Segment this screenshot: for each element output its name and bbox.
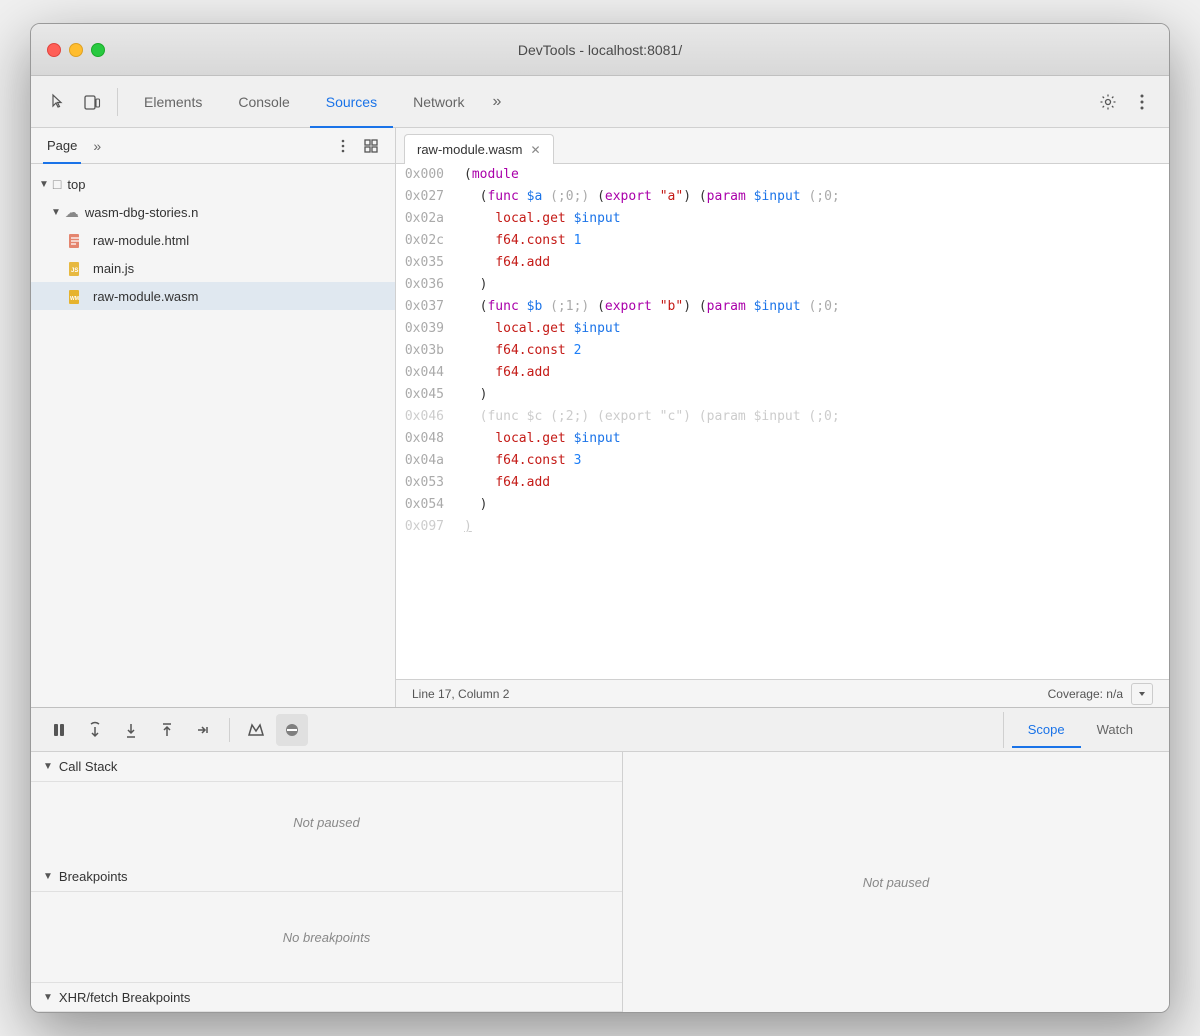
call-stack-content: Not paused	[31, 782, 622, 862]
html-file-icon	[67, 231, 83, 248]
code-line-6: 0x036 )	[396, 274, 1169, 296]
coverage-status: Coverage: n/a	[1048, 687, 1123, 701]
status-right: Coverage: n/a	[1048, 683, 1153, 705]
frame-icon: □	[53, 176, 61, 192]
deactivate-breakpoints-btn[interactable]	[276, 714, 308, 746]
code-line-16: 0x054 )	[396, 494, 1169, 516]
scope-tab[interactable]: Scope	[1012, 712, 1081, 748]
left-panel: Page »	[31, 128, 396, 707]
traffic-lights	[47, 43, 105, 57]
code-line-2: 0x027 (func $a (;0;) (export "a") (param…	[396, 186, 1169, 208]
more-options-btn[interactable]	[1127, 87, 1157, 117]
page-tab[interactable]: Page	[43, 128, 81, 164]
code-line-7: 0x037 (func $b (;1;) (export "b") (param…	[396, 296, 1169, 318]
step-into-btn[interactable]	[115, 714, 147, 746]
devtools-window: DevTools - localhost:8081/ Elements Cons…	[30, 23, 1170, 1013]
step-btn[interactable]	[187, 714, 219, 746]
title-bar: DevTools - localhost:8081/	[31, 24, 1169, 76]
svg-text:JS: JS	[71, 268, 78, 274]
xhr-arrow: ▼	[43, 992, 53, 1003]
cursor-position: Line 17, Column 2	[412, 687, 509, 701]
breakpoints-content: No breakpoints	[31, 892, 622, 982]
tree-arrow-origin: ▼	[51, 207, 61, 218]
right-panel: raw-module.wasm ✕ 0x000 (module	[396, 128, 1169, 707]
call-stack-header[interactable]: ▼ Call Stack	[31, 752, 622, 782]
code-line-12: 0x046 (func $c (;2;) (export "c") (param…	[396, 406, 1169, 428]
minimize-button[interactable]	[69, 43, 83, 57]
code-line-3: 0x02a local.get $input	[396, 208, 1169, 230]
code-status-bar: Line 17, Column 2 Coverage: n/a	[396, 679, 1169, 707]
left-panel-header: Page »	[31, 128, 395, 164]
code-editor[interactable]: 0x000 (module 0x027 (func $a (;0;) (expo…	[396, 164, 1169, 679]
tree-item-top[interactable]: ▼ □ top	[31, 170, 395, 198]
tree-item-html[interactable]: raw-module.html	[31, 226, 395, 254]
panel-more-btn[interactable]	[331, 134, 355, 158]
toolbar-right	[1093, 87, 1157, 117]
breakpoints-arrow: ▼	[43, 871, 53, 882]
window-title: DevTools - localhost:8081/	[518, 42, 682, 58]
main-toolbar: Elements Console Sources Network »	[31, 76, 1169, 128]
debug-separator-1	[229, 718, 230, 742]
file-tree: ▼ □ top ▼ ☁ wasm-dbg-stories.n	[31, 164, 395, 707]
settings-btn[interactable]	[1093, 87, 1123, 117]
bottom-panel: Scope Watch ▼ Call Stack N	[31, 707, 1169, 1012]
tree-item-origin[interactable]: ▼ ☁ wasm-dbg-stories.n	[31, 198, 395, 226]
close-button[interactable]	[47, 43, 61, 57]
more-panel-tabs-btn[interactable]: »	[85, 138, 109, 154]
tree-item-js[interactable]: JS main.js	[31, 254, 395, 282]
xhr-breakpoints-header[interactable]: ▼ XHR/fetch Breakpoints	[31, 982, 622, 1012]
device-toggle-btn[interactable]	[77, 87, 107, 117]
panel-header-icons	[331, 134, 383, 158]
tab-sources[interactable]: Sources	[310, 76, 393, 128]
coverage-dropdown-btn[interactable]	[1131, 683, 1153, 705]
cursor-icon-btn[interactable]	[43, 87, 73, 117]
content-area: Page »	[31, 128, 1169, 707]
code-line-13: 0x048 local.get $input	[396, 428, 1169, 450]
js-file-icon: JS	[67, 259, 83, 276]
scope-content: Not paused	[623, 752, 1169, 1012]
cloud-icon: ☁	[65, 204, 79, 221]
wasm-file-icon: WM	[67, 287, 83, 304]
bottom-left-panel: ▼ Call Stack Not paused ▼ Breakpoints No…	[31, 752, 623, 1012]
tab-network[interactable]: Network	[397, 76, 480, 128]
code-line-8: 0x039 local.get $input	[396, 318, 1169, 340]
pause-btn[interactable]	[43, 714, 75, 746]
code-line-1: 0x000 (module	[396, 164, 1169, 186]
code-line-5: 0x035 f64.add	[396, 252, 1169, 274]
svg-text:WM: WM	[70, 296, 79, 302]
tree-item-wasm[interactable]: WM raw-module.wasm	[31, 282, 395, 310]
debug-toolbar: Scope Watch	[31, 708, 1169, 752]
debug-right-tabs: Scope Watch	[1003, 712, 1157, 748]
more-tabs-btn[interactable]: »	[484, 93, 509, 111]
close-tab-btn[interactable]: ✕	[530, 144, 540, 156]
call-stack-arrow: ▼	[43, 761, 53, 772]
code-line-17: 0x097 )	[396, 516, 1169, 538]
breakpoints-header[interactable]: ▼ Breakpoints	[31, 862, 622, 892]
code-line-14: 0x04a f64.const 3	[396, 450, 1169, 472]
bottom-split: ▼ Call Stack Not paused ▼ Breakpoints No…	[31, 752, 1169, 1012]
code-line-10: 0x044 f64.add	[396, 362, 1169, 384]
code-line-11: 0x045 )	[396, 384, 1169, 406]
code-line-15: 0x053 f64.add	[396, 472, 1169, 494]
watch-tab[interactable]: Watch	[1081, 712, 1149, 748]
panel-layout-btn[interactable]	[359, 134, 383, 158]
tree-arrow-top: ▼	[39, 179, 49, 190]
toolbar-separator-1	[117, 88, 118, 116]
tab-elements[interactable]: Elements	[128, 76, 218, 128]
bottom-right-panel: Not paused	[623, 752, 1169, 1012]
fullscreen-button[interactable]	[91, 43, 105, 57]
code-line-4: 0x02c f64.const 1	[396, 230, 1169, 252]
step-over-btn[interactable]	[79, 714, 111, 746]
step-out-btn[interactable]	[151, 714, 183, 746]
code-line-9: 0x03b f64.const 2	[396, 340, 1169, 362]
code-tab-wasm[interactable]: raw-module.wasm ✕	[404, 134, 554, 164]
tab-console[interactable]: Console	[222, 76, 305, 128]
blackbox-btn[interactable]	[240, 714, 272, 746]
code-tabs: raw-module.wasm ✕	[396, 128, 1169, 164]
